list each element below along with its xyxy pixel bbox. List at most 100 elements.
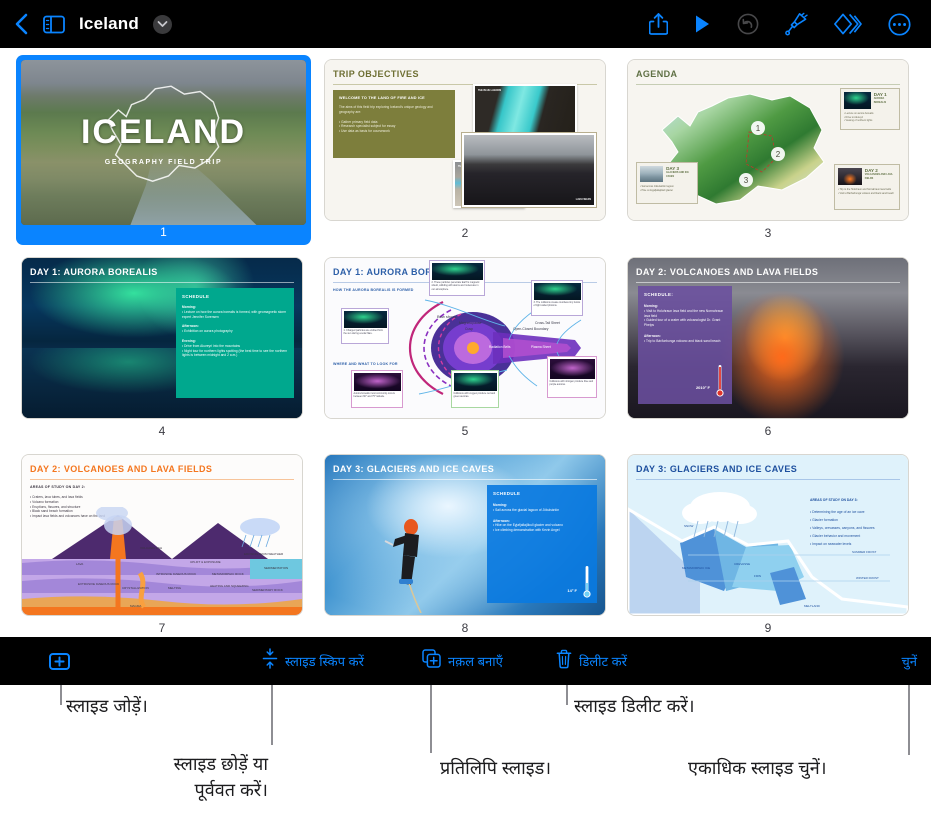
slide-thumbnail-7[interactable]: DAY 2: VOLCANOES AND LAVA FIELDS AREAS O… <box>22 455 302 615</box>
slide-cell-7[interactable]: DAY 2: VOLCANOES AND LAVA FIELDS AREAS O… <box>22 455 302 640</box>
slide-6-s0-b0: • Visit to Holuhraun lava field and the … <box>644 308 724 318</box>
slide-cell-1[interactable]: ICELAND GEOGRAPHY FIELD TRIP 1 <box>16 55 311 245</box>
slide-canvas-2: TRIP OBJECTIVES WELCOME TO THE LAND OF F… <box>325 60 605 220</box>
slide-2-box-intro: The aims of this field trip exploring Ic… <box>339 105 433 114</box>
thermometer-icon <box>583 566 591 598</box>
toolbar-right-group <box>649 12 931 36</box>
animate-diamonds-icon[interactable] <box>834 13 862 35</box>
svg-text:WINTER FROST: WINTER FROST <box>856 576 879 580</box>
slide-cell-9[interactable]: DAY 3: GLACIERS AND ICE CAVES SNOW METAM… <box>628 455 908 640</box>
slide-number-6: 6 <box>764 424 772 438</box>
slide-thumbnail-3[interactable]: AGENDA 1 2 3 DAY 1 AURORA BOREALIS • Lec… <box>628 60 908 220</box>
leader-line-duplicate-slide <box>430 685 432 753</box>
document-title[interactable]: Iceland <box>79 14 139 34</box>
slide-cell-3[interactable]: AGENDA 1 2 3 DAY 1 AURORA BOREALIS • Lec… <box>628 60 908 245</box>
duplicate-slide-label[interactable]: नक़ल बनाएँ <box>448 652 503 670</box>
svg-text:Plasma Sheet: Plasma Sheet <box>531 345 551 349</box>
delete-slide-button[interactable]: डिलीट करें <box>556 649 627 674</box>
back-button[interactable] <box>14 12 29 36</box>
add-slide-button[interactable] <box>49 652 70 670</box>
slide-7-rule <box>30 479 294 480</box>
svg-text:Bow shock: Bow shock <box>437 314 456 319</box>
svg-text:Cross-Tail Sheet: Cross-Tail Sheet <box>535 321 560 325</box>
slide-thumbnail-4[interactable]: DAY 1: AURORA BOREALIS SCHEDULE Morning:… <box>22 258 302 418</box>
slide-4-rule <box>30 282 294 283</box>
slide-8-title: DAY 3: GLACIERS AND ICE CAVES <box>333 464 495 474</box>
svg-text:SEDIMENTARY ROCK: SEDIMENTARY ROCK <box>252 588 283 592</box>
slide-5-callout-0: 1. Charged particles are emitted from th… <box>341 308 389 344</box>
plus-box-icon[interactable] <box>49 652 70 670</box>
slide-3-card0-b2: • Viewing of northern lights <box>844 119 873 123</box>
slide-6-temperature: 2010° F <box>695 385 710 390</box>
callout-skip-slide-line2: पूर्ववत करें। <box>194 780 268 801</box>
slide-thumbnail-1[interactable]: ICELAND GEOGRAPHY FIELD TRIP <box>16 55 311 245</box>
callout-add-slide: स्लाइड जोड़ें। <box>66 696 148 716</box>
slide-3-card-day1: DAY 1 AURORA BOREALIS • Lecture on auror… <box>840 88 900 130</box>
callout-duplicate-slide: प्रतिलिपि स्लाइड। <box>440 758 552 778</box>
skip-slide-label[interactable]: स्लाइड स्किप करें <box>285 652 364 670</box>
svg-text:MELTING: MELTING <box>168 586 182 590</box>
sidebar-toggle-icon[interactable] <box>43 15 65 34</box>
slide-cell-2[interactable]: TRIP OBJECTIVES WELCOME TO THE LAND OF F… <box>325 60 605 245</box>
play-icon[interactable] <box>694 14 711 34</box>
svg-text:• Determining the age of an ic: • Determining the age of an ice cave <box>810 510 865 514</box>
slide-thumbnail-2[interactable]: TRIP OBJECTIVES WELCOME TO THE LAND OF F… <box>325 60 605 220</box>
select-slides-label[interactable]: चुनें <box>902 652 917 670</box>
collapse-arrows-icon[interactable] <box>262 648 278 674</box>
slide-8-rule <box>333 479 597 480</box>
delete-slide-label[interactable]: डिलीट करें <box>579 652 627 670</box>
slide-thumbnail-9[interactable]: DAY 3: GLACIERS AND ICE CAVES SNOW METAM… <box>628 455 908 615</box>
slide-cell-6[interactable]: DAY 2: VOLCANOES AND LAVA FIELDS SCHEDUL… <box>628 258 908 443</box>
slide-cell-8[interactable]: DAY 3: GLACIERS AND ICE CAVES SCHEDULE M… <box>325 455 605 640</box>
bottom-toolbar: स्लाइड स्किप करें नक़ल बनाएँ डिलीट करें … <box>0 637 931 685</box>
slide-canvas-1: ICELAND GEOGRAPHY FIELD TRIP <box>21 60 306 225</box>
duplicate-icon[interactable] <box>422 649 441 673</box>
svg-text:SUMMER FROST: SUMMER FROST <box>852 550 877 554</box>
svg-text:2: 2 <box>776 150 781 159</box>
callout-select-multiple: एकाधिक स्लाइड चुनें। <box>688 758 827 778</box>
trash-icon[interactable] <box>556 649 572 674</box>
slide-4-schedule-box: SCHEDULE Morning: • Lecture on how the a… <box>176 288 294 398</box>
slide-4-title: DAY 1: AURORA BOREALIS <box>30 267 158 277</box>
skip-slide-button[interactable]: स्लाइड स्किप करें <box>262 648 364 674</box>
slide-thumbnail-grid: ICELAND GEOGRAPHY FIELD TRIP 1 TRIP OBJE… <box>0 48 931 637</box>
slide-thumbnail-8[interactable]: DAY 3: GLACIERS AND ICE CAVES SCHEDULE M… <box>325 455 605 615</box>
ellipsis-circle-icon[interactable] <box>888 12 911 36</box>
slide-2-photo-label-0: THE BLUE LAGOON <box>478 89 502 92</box>
svg-text:1: 1 <box>756 124 761 133</box>
paintbrush-icon[interactable] <box>785 12 808 36</box>
slide-5-callout-2: 3. The collisions create countless tiny … <box>531 280 583 316</box>
slide-canvas-4: DAY 1: AURORA BOREALIS SCHEDULE Morning:… <box>22 258 302 418</box>
volcano-cross-section-diagram: VOLCANIC ASH LAVA UPLIFT & EXPOSURE EROS… <box>22 507 302 615</box>
slide-canvas-6: DAY 2: VOLCANOES AND LAVA FIELDS SCHEDUL… <box>628 258 908 418</box>
chevron-down-icon[interactable] <box>152 14 172 34</box>
slide-6-rule <box>636 282 900 283</box>
share-icon[interactable] <box>649 12 668 36</box>
svg-text:• Glacier behavior and movemen: • Glacier behavior and movement <box>810 534 860 538</box>
slide-6-box-heading: SCHEDULE: <box>644 292 674 297</box>
slide-thumbnail-5[interactable]: DAY 1: AURORA BOREALIS HOW THE AURORA BO… <box>325 258 605 418</box>
slide-number-7: 7 <box>158 621 166 635</box>
undo-icon[interactable] <box>737 13 759 35</box>
slide-cell-5[interactable]: DAY 1: AURORA BOREALIS HOW THE AURORA BO… <box>325 258 605 443</box>
slide-number-2: 2 <box>461 226 469 240</box>
svg-text:METAMORPHIC ROCK: METAMORPHIC ROCK <box>212 572 244 576</box>
slide-6-title: DAY 2: VOLCANOES AND LAVA FIELDS <box>636 267 819 277</box>
slide-8-schedule-box: SCHEDULE Morning: • Sail across the glac… <box>487 485 597 603</box>
slide-thumbnail-6[interactable]: DAY 2: VOLCANOES AND LAVA FIELDS SCHEDUL… <box>628 258 908 418</box>
slide-5-callout-5: Collisions with nitrogen produce blue an… <box>547 356 597 398</box>
callout-skip-slide-line1: स्लाइड छोड़ें या <box>173 754 268 774</box>
svg-text:MAGMA: MAGMA <box>130 604 141 608</box>
slide-number-9: 9 <box>764 621 772 635</box>
svg-text:METAMORPHIC ICE: METAMORPHIC ICE <box>682 566 710 570</box>
select-slides-button[interactable]: चुनें <box>902 652 917 670</box>
slide-3-card-day2: DAY 2 VOLCANOES AND LAVA FIELDS • Trip t… <box>834 164 900 210</box>
slide-4-s0-b0: • Lecture on how the aurora borealis is … <box>182 309 287 319</box>
svg-text:HEATING AND SQUEEZING: HEATING AND SQUEEZING <box>210 584 249 588</box>
leader-line-select-slides <box>908 685 910 755</box>
slide-cell-4[interactable]: DAY 1: AURORA BOREALIS SCHEDULE Morning:… <box>22 258 302 443</box>
slide-5-callout-1: 2. These particles penetrate Earth's mag… <box>429 260 485 296</box>
duplicate-slide-button[interactable]: नक़ल बनाएँ <box>422 649 503 673</box>
slide-4-s2-b1: • Night tour for northern lights spottin… <box>182 348 288 358</box>
callout-delete-slide: स्लाइड डिलीट करें। <box>574 696 695 716</box>
